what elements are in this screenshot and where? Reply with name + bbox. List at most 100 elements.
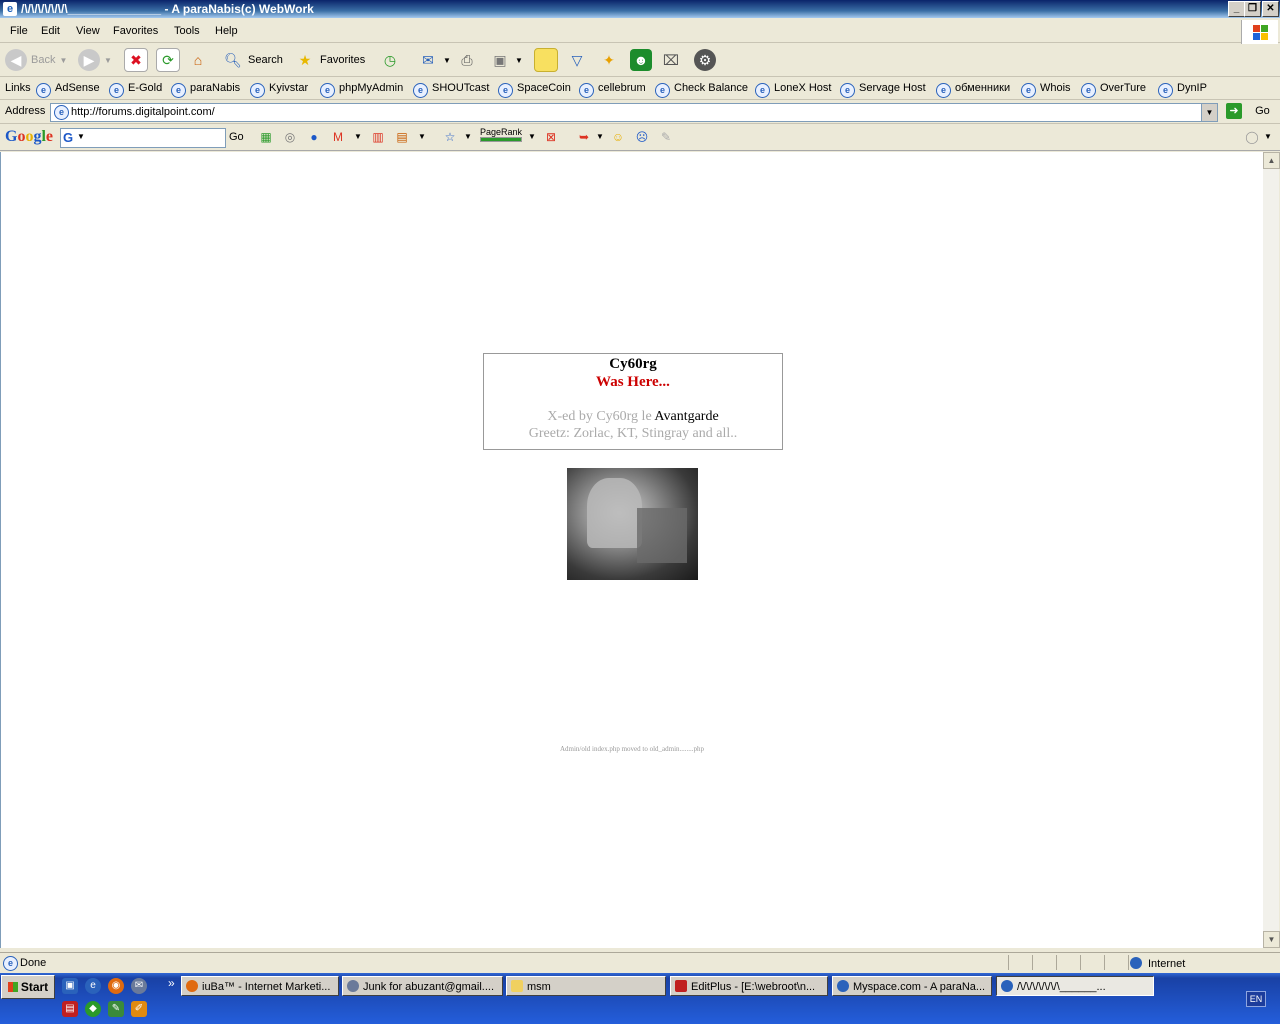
link-overture[interactable]: e OverTure	[1081, 82, 1146, 98]
google-go-button[interactable]: Go	[229, 131, 244, 143]
acrobat-icon[interactable]: ▤	[62, 1001, 78, 1017]
stop-button[interactable]: ✖	[124, 48, 148, 72]
refresh-button[interactable]: ⟳	[156, 48, 180, 72]
go-arrow-icon: ➜	[1226, 103, 1242, 119]
status-cell	[1080, 955, 1081, 970]
link-phpmyadmin[interactable]: e phpMyAdmin	[320, 82, 403, 98]
earth-icon[interactable]: ●	[306, 130, 322, 144]
menu-edit[interactable]: Edit	[41, 25, 60, 37]
gmail-icon[interactable]: M	[330, 130, 346, 144]
chevron-down-icon[interactable]: ▼	[1201, 104, 1217, 121]
mail-icon	[347, 980, 359, 992]
window-title: /\/\/\/\/\/\/\______________ - A paraNab…	[21, 2, 314, 16]
chevron-down-icon[interactable]: ▼	[460, 130, 476, 144]
link-kyivstar[interactable]: e Kyivstar	[250, 82, 308, 98]
task-editplus[interactable]: EditPlus - [E:\webroot\n...	[670, 976, 828, 996]
chevron-down-icon[interactable]: ▼	[414, 130, 430, 144]
image-search-icon[interactable]: ▦	[258, 130, 274, 144]
task-thunderbird[interactable]: Junk for abuzant@gmail....	[342, 976, 503, 996]
address-input[interactable]: e http://forums.digitalpoint.com/ ▼	[50, 103, 1218, 122]
link-whois[interactable]: e Whois	[1021, 82, 1071, 98]
link-cellebrum[interactable]: e cellebrum	[579, 82, 646, 98]
vote-happy-icon[interactable]: ☺	[610, 130, 626, 144]
go-button[interactable]: ➜ Go	[1226, 103, 1270, 119]
history-button[interactable]: ◷	[379, 48, 401, 72]
editor-icon[interactable]: ✎	[108, 1001, 124, 1017]
task-msm-folder[interactable]: msm	[506, 976, 666, 996]
messenger-button[interactable]: ☻	[630, 48, 652, 72]
status-text: Done	[20, 957, 47, 969]
network-icon[interactable]: ◆	[85, 1001, 101, 1017]
vote-sad-icon[interactable]: ☹	[634, 130, 650, 144]
menu-tools[interactable]: Tools	[174, 25, 200, 37]
pagerank-indicator[interactable]: PageRank	[480, 127, 522, 142]
blog-this-icon[interactable]: ✎	[658, 130, 674, 144]
show-desktop-icon[interactable]: ▣	[62, 978, 78, 994]
link-shoutcast[interactable]: e SHOUTcast	[413, 82, 489, 98]
menu-help[interactable]: Help	[215, 25, 238, 37]
back-button[interactable]: ◀ Back ▼	[5, 48, 67, 72]
chevron-down-icon: ▼	[59, 55, 68, 65]
popup-blocker-icon[interactable]: ▤	[394, 130, 410, 144]
chevron-down-icon[interactable]: ▼	[524, 130, 540, 144]
home-button[interactable]: ⌂	[187, 48, 209, 72]
task-firefox[interactable]: iuBa™ - Internet Marketi...	[181, 976, 339, 996]
link-check-balance[interactable]: e Check Balance	[655, 82, 748, 98]
chevron-down-icon[interactable]: ▼	[350, 130, 366, 144]
favorites-button[interactable]: ★ Favorites	[294, 48, 366, 72]
menu-favorites[interactable]: Favorites	[113, 25, 158, 37]
link-servage-host[interactable]: e Servage Host	[840, 82, 926, 98]
scroll-up-icon[interactable]: ▲	[1263, 152, 1280, 169]
restore-button[interactable]: ❐	[1244, 1, 1261, 17]
search-button[interactable]: 🔍︎ Search	[222, 48, 283, 72]
note-button[interactable]	[534, 48, 558, 72]
print-button[interactable]: ⎙	[456, 48, 478, 72]
ie-quicklaunch-icon[interactable]: e	[85, 978, 101, 994]
filter-icon: ▽	[571, 52, 583, 68]
close-button[interactable]: ✕	[1262, 1, 1279, 17]
start-button[interactable]: Start	[1, 975, 55, 999]
ie-page-icon: e	[36, 83, 51, 98]
avantgarde-link[interactable]: Avantgarde	[654, 409, 718, 424]
link-adsense[interactable]: e AdSense	[36, 82, 100, 98]
link-paranabis[interactable]: e paraNabis	[171, 82, 240, 98]
translate-icon[interactable]: ⊠	[543, 130, 559, 144]
filter-button[interactable]: ▽	[566, 48, 588, 72]
research-button[interactable]: ⌧	[660, 48, 682, 72]
title-bar: e /\/\/\/\/\/\/\______________ - A paraN…	[0, 0, 1280, 18]
menu-view[interactable]: View	[76, 25, 100, 37]
link-lonex-host[interactable]: e LoneX Host	[755, 82, 831, 98]
edit-button[interactable]: ▣ ▼	[489, 48, 523, 72]
tool-quicklaunch-icon[interactable]: ✐	[131, 1001, 147, 1017]
google-g-icon: G	[63, 130, 74, 145]
bookmark-star-icon[interactable]: ☆	[442, 130, 458, 144]
forward-button[interactable]: ▶ ▼	[78, 48, 112, 72]
chevron-down-icon[interactable]: ▼	[592, 130, 608, 144]
link-obmenniki[interactable]: e обменники	[936, 82, 1010, 98]
link-dynip[interactable]: e DynIP	[1158, 82, 1207, 98]
task-myspace[interactable]: Myspace.com - A paraNa...	[832, 976, 992, 996]
settings-circle-icon[interactable]: ◯	[1244, 130, 1260, 144]
task-current-window[interactable]: /\/\/\/\/\/\/\______...	[996, 976, 1154, 996]
send-to-icon[interactable]: ➥	[576, 130, 592, 144]
star-plus-button[interactable]: ✦	[598, 48, 620, 72]
link-spacecoin[interactable]: e SpaceCoin	[498, 82, 571, 98]
language-indicator[interactable]: EN	[1246, 991, 1266, 1007]
firefox-icon[interactable]: ◉	[108, 978, 124, 994]
scroll-down-icon[interactable]: ▼	[1263, 931, 1280, 948]
ie-page-icon: e	[840, 83, 855, 98]
edit-icon: ▣	[493, 52, 507, 68]
status-cell	[1008, 955, 1009, 970]
link-egold[interactable]: e E-Gold	[109, 82, 162, 98]
chevron-down-icon[interactable]: ▼	[1260, 130, 1276, 144]
vertical-scrollbar[interactable]: ▲ ▼	[1263, 152, 1280, 948]
chevron-right-icon[interactable]: »	[168, 976, 175, 990]
groups-icon[interactable]: ◎	[282, 130, 298, 144]
thunderbird-icon[interactable]: ✉	[131, 978, 147, 994]
tool-button[interactable]: ⚙	[694, 48, 716, 72]
google-search-input[interactable]: G ▼	[60, 128, 226, 148]
news-icon[interactable]: ▥	[370, 130, 386, 144]
minimize-button[interactable]: _	[1228, 1, 1245, 17]
menu-file[interactable]: File	[10, 25, 28, 37]
mail-button[interactable]: ✉ ▼	[417, 48, 451, 72]
